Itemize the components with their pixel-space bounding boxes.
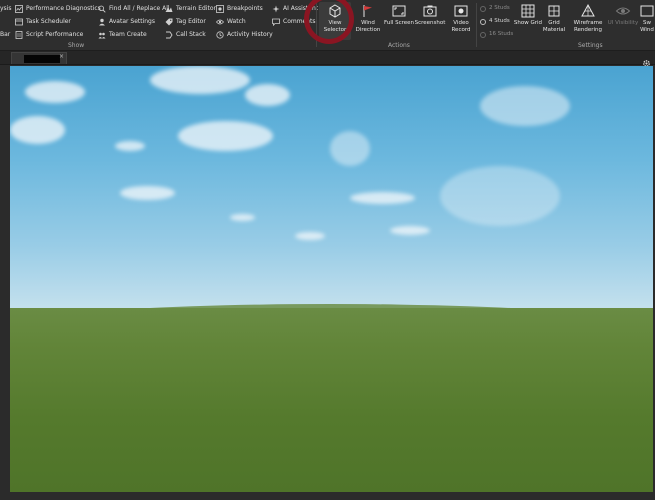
team-icon <box>98 31 106 39</box>
left-edge-panel <box>0 66 10 492</box>
ai-icon <box>272 5 280 13</box>
terrain-editor-button[interactable]: Terrain Editor <box>165 2 216 15</box>
window-icon <box>639 3 655 19</box>
performance-diagnostics-button[interactable]: Performance Diagnostics <box>15 2 101 15</box>
cut-off-item-blank <box>0 15 11 28</box>
grid-icon <box>520 3 536 19</box>
close-icon[interactable]: × <box>59 53 64 60</box>
activity-history-button[interactable]: Activity History <box>216 28 273 41</box>
3d-viewport[interactable] <box>10 66 653 492</box>
script-icon <box>15 30 23 39</box>
cut-off-item-bar[interactable]: Bar <box>0 28 11 41</box>
switch-window-button[interactable]: Sw Wind <box>639 2 655 40</box>
cloud <box>115 141 145 151</box>
cloud <box>245 84 290 106</box>
place-tab[interactable]: × <box>11 52 67 64</box>
video-record-button[interactable]: Video Record <box>445 2 477 40</box>
ribbon-divider <box>316 3 317 47</box>
find-icon <box>98 5 106 13</box>
full-screen-button[interactable]: Full Screen <box>383 2 415 40</box>
record-icon <box>453 3 469 19</box>
ai-assistant-button[interactable]: AI Assistant <box>272 2 318 15</box>
ribbon-col-5: AI Assistant Comments <box>272 2 318 28</box>
grid-material-button[interactable]: Grid Material <box>538 2 570 40</box>
screenshot-button[interactable]: Screenshot <box>414 2 446 40</box>
comment-icon <box>272 18 280 26</box>
radio-icon <box>480 18 486 25</box>
task-scheduler-button[interactable]: Task Scheduler <box>15 15 101 28</box>
script-performance-button[interactable]: Script Performance <box>15 28 101 41</box>
terrain-icon <box>165 5 173 13</box>
cloud <box>390 226 430 235</box>
watch-icon <box>216 18 224 26</box>
actions-group-label: Actions <box>388 42 410 49</box>
task-icon <box>15 18 23 26</box>
ribbon-col-3: Terrain Editor Tag Editor Call Stack <box>165 2 216 41</box>
grass-terrain <box>10 308 653 492</box>
cloud <box>150 66 250 94</box>
cloud <box>350 192 415 204</box>
stud-option-2[interactable]: 2 Studs <box>480 2 513 15</box>
ribbon-col-0: ysis Bar <box>0 2 11 41</box>
view-selector-icon <box>327 3 343 19</box>
team-create-button[interactable]: Team Create <box>98 28 170 41</box>
ribbon-col-4: Breakpoints Watch Activity History <box>216 2 273 41</box>
cloud <box>230 214 255 221</box>
radio-icon <box>480 5 486 12</box>
gear-icon[interactable] <box>642 53 651 67</box>
cut-off-item-analysis[interactable]: ysis <box>0 2 11 15</box>
stud-option-4[interactable]: 4 Studs <box>480 15 513 28</box>
avatar-settings-button[interactable]: Avatar Settings <box>98 15 170 28</box>
view-selector-button[interactable]: View Selector <box>319 2 351 40</box>
comments-button[interactable]: Comments <box>272 15 318 28</box>
find-replace-all-button[interactable]: Find All / Replace All <box>98 2 170 15</box>
call-stack-button[interactable]: Call Stack <box>165 28 216 41</box>
grid-material-icon <box>546 3 562 19</box>
radio-icon <box>480 31 486 38</box>
flag-icon <box>360 3 376 19</box>
cloud <box>25 81 85 103</box>
stud-increment-options: 2 Studs 4 Studs 16 Studs <box>480 2 513 41</box>
wireframe-rendering-button[interactable]: Wireframe Rendering <box>572 2 604 40</box>
breakpoint-icon <box>216 4 224 13</box>
performance-icon <box>15 4 23 13</box>
eye-icon <box>615 3 631 19</box>
cloud <box>295 232 325 240</box>
ribbon-divider <box>476 3 477 47</box>
camera-icon <box>422 3 438 19</box>
cloud <box>330 131 370 166</box>
history-icon <box>216 30 224 39</box>
tag-editor-button[interactable]: Tag Editor <box>165 15 216 28</box>
cloud <box>480 86 570 126</box>
redacted-tab-title <box>24 55 60 63</box>
ui-visibility-button[interactable]: UI Visibility <box>607 2 639 40</box>
callstack-icon <box>165 31 173 39</box>
show-group-label: Show <box>68 42 85 49</box>
watch-button[interactable]: Watch <box>216 15 273 28</box>
wireframe-icon <box>580 3 596 19</box>
ribbon-toolbar: ysis Bar Performance Diagnostics Task Sc… <box>0 0 655 51</box>
breakpoints-button[interactable]: Breakpoints <box>216 2 273 15</box>
wind-direction-button[interactable]: Wind Direction <box>352 2 384 40</box>
settings-group-label: Settings <box>578 42 603 49</box>
ribbon-col-2: Find All / Replace All Avatar Settings T… <box>98 2 170 41</box>
full-screen-icon <box>391 3 407 19</box>
tag-icon <box>165 18 173 26</box>
cloud <box>10 116 65 144</box>
cloud <box>120 186 175 200</box>
ribbon-col-1: Performance Diagnostics Task Scheduler S… <box>15 2 101 41</box>
cloud <box>440 166 560 226</box>
cloud <box>178 121 273 151</box>
document-tab-bar: × <box>0 51 655 67</box>
avatar-icon <box>98 18 106 26</box>
stud-option-16[interactable]: 16 Studs <box>480 28 513 41</box>
bottom-bar <box>0 492 655 500</box>
